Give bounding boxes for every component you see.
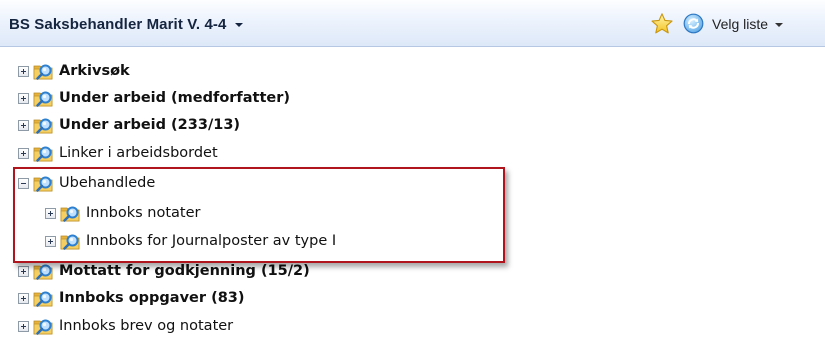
expand-icon[interactable] — [18, 147, 29, 159]
folder-search-icon — [33, 289, 55, 308]
tree-item-label: Mottatt for godkjenning (15/2) — [59, 263, 310, 279]
tree-item-label: Ubehandlede — [59, 175, 156, 191]
tree-item-label: Under arbeid (medforfatter) — [59, 90, 290, 106]
folder-search-icon — [33, 144, 55, 163]
collapse-icon[interactable] — [18, 177, 29, 189]
expand-icon[interactable] — [18, 265, 29, 277]
tree-item-innboks-brev-og-notater[interactable]: Innboks brev og notater — [18, 313, 233, 339]
star-icon[interactable] — [650, 12, 674, 36]
tree-item-under-arbeid[interactable]: Under arbeid (233/13) — [18, 112, 240, 138]
tree-item-innboks-journalposter[interactable]: Innboks for Journalposter av type I — [45, 228, 336, 254]
list-title: BS Saksbehandler Marit V. 4-4 — [9, 15, 227, 33]
expand-icon[interactable] — [18, 320, 29, 332]
tree-item-innboks-oppgaver[interactable]: Innboks oppgaver (83) — [18, 285, 245, 311]
tree-item-label: Innboks for Journalposter av type I — [86, 233, 337, 249]
folder-search-icon — [33, 89, 55, 108]
expand-icon[interactable] — [18, 65, 29, 77]
folder-search-icon — [33, 317, 55, 336]
tree-item-label: Innboks notater — [86, 205, 201, 221]
chevron-down-icon — [235, 23, 244, 27]
expand-icon[interactable] — [18, 92, 29, 104]
select-list-label: Velg liste — [712, 16, 769, 32]
tree-item-ubehandlede[interactable]: Ubehandlede — [18, 170, 155, 196]
expand-icon[interactable] — [18, 292, 29, 304]
tree-item-innboks-notater[interactable]: Innboks notater — [45, 200, 201, 226]
expand-icon[interactable] — [45, 235, 56, 247]
tree-item-label: Linker i arbeidsbordet — [59, 145, 218, 161]
select-list-dropdown[interactable]: Velg liste — [712, 13, 784, 35]
tree-item-label: Under arbeid (233/13) — [59, 117, 241, 133]
folder-search-icon — [33, 116, 55, 135]
tree-item-label: Innboks oppgaver (83) — [59, 290, 245, 306]
tree-item-under-arbeid-medforfatter[interactable]: Under arbeid (medforfatter) — [18, 85, 290, 111]
folder-search-icon — [33, 62, 55, 81]
chevron-down-icon — [775, 23, 784, 27]
tree-item-linker-i-arbeidsbordet[interactable]: Linker i arbeidsbordet — [18, 140, 218, 166]
list-header: BS Saksbehandler Marit V. 4-4 Velg liste — [0, 0, 825, 47]
tree-item-arkivsok[interactable]: Arkivsøk — [18, 58, 130, 84]
tree-item-label: Arkivsøk — [59, 63, 130, 79]
refresh-icon[interactable] — [683, 13, 704, 34]
folder-search-icon — [60, 204, 82, 223]
list-title-dropdown[interactable]: BS Saksbehandler Marit V. 4-4 — [9, 13, 244, 35]
folder-search-icon — [60, 232, 82, 251]
folder-search-icon — [33, 174, 55, 193]
expand-icon[interactable] — [45, 207, 56, 219]
folder-search-icon — [33, 262, 55, 281]
expand-icon[interactable] — [18, 119, 29, 131]
tree-item-label: Innboks brev og notater — [59, 318, 234, 334]
